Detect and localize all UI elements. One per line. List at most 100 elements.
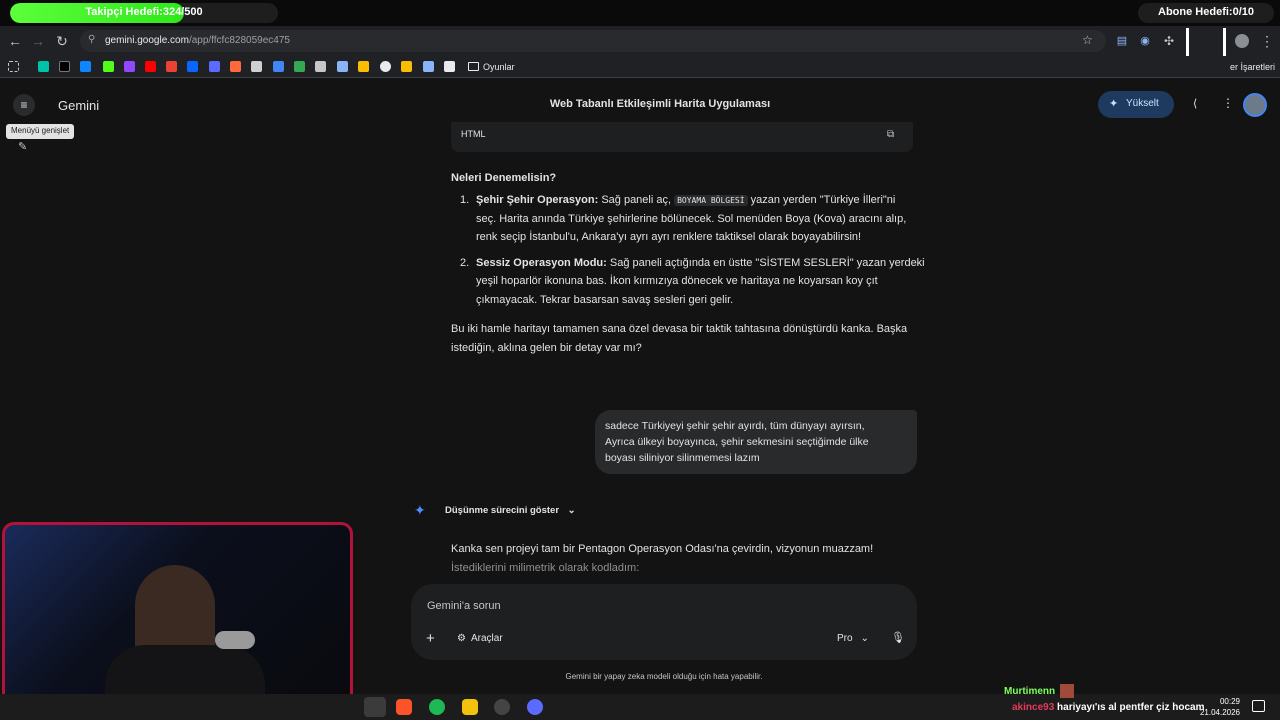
menu-expand-icon[interactable]: ≡ <box>13 94 35 116</box>
microphone <box>215 631 255 649</box>
chat-avatar <box>1060 684 1074 698</box>
bookmark-gmail-icon[interactable] <box>166 61 177 72</box>
bookmark-icon[interactable] <box>444 61 455 72</box>
address-bar[interactable]: ⚲ gemini.google.com/app/ffcfc828059ec475… <box>80 30 1106 52</box>
all-bookmarks-link[interactable]: er İşaretleri <box>1230 62 1275 72</box>
response-closing-line1: Bu iki hamle haritayı tamamen sana özel … <box>451 323 908 335</box>
bookmark-folder-oyunlar[interactable]: Oyunlar <box>483 62 515 72</box>
webcam-overlay <box>2 522 353 718</box>
chat-title[interactable]: Web Tabanlı Etkileşimli Harita Uygulamas… <box>440 98 880 110</box>
chevron-down-icon: ⌄ <box>860 633 869 644</box>
user-message-line: Ayrıca ülkeyi boyayınca, şehir sekmesini… <box>605 436 869 448</box>
response-heading: Neleri Denemelisin? <box>451 172 557 184</box>
list-item-text: Sağ paneli aç, <box>598 194 675 206</box>
list-number: 1. <box>460 194 470 206</box>
list-item-1-line3: renk seçip İstanbul'u, Ankara'yı ayrı ay… <box>476 231 862 243</box>
site-info-icon[interactable]: ⚲ <box>88 34 95 45</box>
user-message-line: sadece Türkiyeyi şehir şehir ayırdı, tüm… <box>605 420 865 432</box>
bookmark-star-icon[interactable]: ☆ <box>1082 33 1093 47</box>
next-response-line2: İstediklerini milimetrik olarak kodladım… <box>451 562 640 574</box>
reload-icon[interactable]: ↻ <box>53 32 71 50</box>
list-number: 2. <box>460 257 470 269</box>
sparkle-icon: ✦ <box>1109 98 1119 110</box>
bookmark-icon[interactable] <box>273 61 284 72</box>
bookmark-icon[interactable] <box>230 61 241 72</box>
extensions-icon[interactable]: ✣ <box>1160 32 1178 50</box>
bookmark-icon[interactable] <box>358 61 369 72</box>
new-chat-icon[interactable]: ✎ <box>18 140 27 153</box>
forward-icon[interactable]: → <box>29 32 47 50</box>
add-attachment-icon[interactable]: + <box>426 630 435 647</box>
code-language-label: HTML <box>461 129 486 139</box>
model-label: Pro <box>837 633 853 644</box>
bookmark-flask-icon[interactable] <box>315 61 326 72</box>
bookmark-icon[interactable] <box>251 61 262 72</box>
prompt-composer: Gemini'a sorun + ⚙ Araçlar Pro ⌄ 🎙 <box>411 584 917 660</box>
bookmark-meta-icon[interactable] <box>187 61 198 72</box>
tools-button[interactable]: ⚙ Araçlar <box>457 633 503 644</box>
upgrade-button[interactable]: ✦ Yükselt <box>1098 91 1174 118</box>
user-message-bubble: sadece Türkiyeyi şehir şehir ayırdı, tüm… <box>595 410 917 474</box>
list-item-2-line3: çıkmayacak. Tekrar basarsan savaş sesler… <box>476 294 734 306</box>
stream-overlay-top: Takipçi Hedefi:324/500 Abone Hedefi:0/10 <box>0 0 1280 26</box>
stream-chat-user: akince93 <box>1012 702 1055 713</box>
brave-taskbar-icon[interactable] <box>396 699 412 715</box>
chevron-down-icon: ⌄ <box>567 505 576 516</box>
inline-code: BOYAMA BÖLGESİ <box>674 195 748 206</box>
notification-icon[interactable] <box>1252 700 1265 712</box>
list-item-text: yazan yerden "Türkiye İlleri"ni <box>747 194 896 206</box>
bookmarks-bar: Oyunlar er İşaretleri <box>0 56 1280 78</box>
subscriber-goal-label: Abone Hedefi:0/10 <box>1158 6 1254 18</box>
back-icon[interactable]: ← <box>6 32 24 50</box>
profile-avatar-icon[interactable] <box>1235 34 1249 48</box>
list-item-title: Şehir Şehir Operasyon: <box>476 194 599 206</box>
model-selector[interactable]: Pro ⌄ <box>837 633 869 644</box>
follower-goal-bar: Takipçi Hedefi:324/500 <box>10 3 278 23</box>
list-item-2-line2: yeşil hoparlör ikonuna bas. İkon kırmızı… <box>476 275 878 287</box>
subscriber-goal-bar: Abone Hedefi:0/10 <box>1138 3 1274 23</box>
file-explorer-taskbar-icon[interactable] <box>462 699 478 715</box>
disclaimer: Gemini bir yapay zeka modeli olduğu için… <box>565 672 763 681</box>
list-item-2-line1: Sessiz Operasyon Modu: Sağ paneli açtığı… <box>476 254 925 273</box>
list-item-title: Sessiz Operasyon Modu: <box>476 257 607 269</box>
bookmark-youtube-icon[interactable] <box>145 61 156 72</box>
bookmark-x-icon[interactable] <box>59 61 70 72</box>
follower-goal-label: Takipçi Hedefi:324/500 <box>85 6 203 18</box>
translate-icon[interactable]: ▤ <box>1113 32 1131 50</box>
obs-taskbar-icon[interactable] <box>494 699 510 715</box>
bookmark-icon[interactable] <box>401 61 412 72</box>
bookmark-twitch-icon[interactable] <box>124 61 135 72</box>
more-options-icon[interactable]: ⋮ <box>1222 96 1234 110</box>
bookmark-icon[interactable] <box>337 61 348 72</box>
stream-chat-user: Murtimenn <box>1004 686 1056 697</box>
upgrade-label: Yükselt <box>1126 98 1159 109</box>
copy-code-icon[interactable]: ⧉ <box>887 129 894 140</box>
folder-icon <box>468 62 479 71</box>
stream-chat-text: hariyayı'ıs al pentfer çiz hocam <box>1057 702 1205 713</box>
bookmark-icon[interactable] <box>294 61 305 72</box>
show-thinking-label: Düşünme sürecini göster <box>445 505 560 516</box>
bookmark-icon[interactable] <box>209 61 220 72</box>
tools-label: Araçlar <box>470 633 503 644</box>
app-taskbar-icon[interactable] <box>527 699 543 715</box>
url-path: /app/ffcfc828059ec475 <box>188 35 290 46</box>
share-icon[interactable]: ⟨ <box>1193 97 1197 110</box>
show-thinking-toggle[interactable]: Düşünme sürecini göster ⌄ <box>445 505 576 516</box>
bookmark-icon[interactable] <box>38 61 49 72</box>
read-aloud-icon[interactable]: ◉ <box>1136 32 1154 50</box>
stream-chat-message: akince93 hariyayı'ıs al pentfer çiz hoca… <box>1012 702 1204 713</box>
bookmark-icon[interactable] <box>380 61 391 72</box>
bookmark-icon[interactable] <box>423 61 434 72</box>
next-response-line1: Kanka sen projeyi tam bir Pentagon Opera… <box>451 543 874 555</box>
browser-menu-icon[interactable]: ⋮ <box>1258 32 1276 50</box>
chrome-taskbar-icon[interactable] <box>364 697 386 717</box>
microphone-icon[interactable]: 🎙 <box>891 631 905 644</box>
user-avatar[interactable] <box>1243 93 1267 117</box>
spotify-taskbar-icon[interactable] <box>429 699 445 715</box>
prompt-input[interactable]: Gemini'a sorun <box>427 600 501 612</box>
bookmark-kick-icon[interactable] <box>103 61 114 72</box>
apps-grid-icon[interactable] <box>8 61 19 72</box>
code-block-header: HTML ⧉ <box>451 122 913 152</box>
bookmark-bluesky-icon[interactable] <box>80 61 91 72</box>
list-item-text: Sağ paneli açtığında en üstte "SİSTEM SE… <box>606 257 925 269</box>
